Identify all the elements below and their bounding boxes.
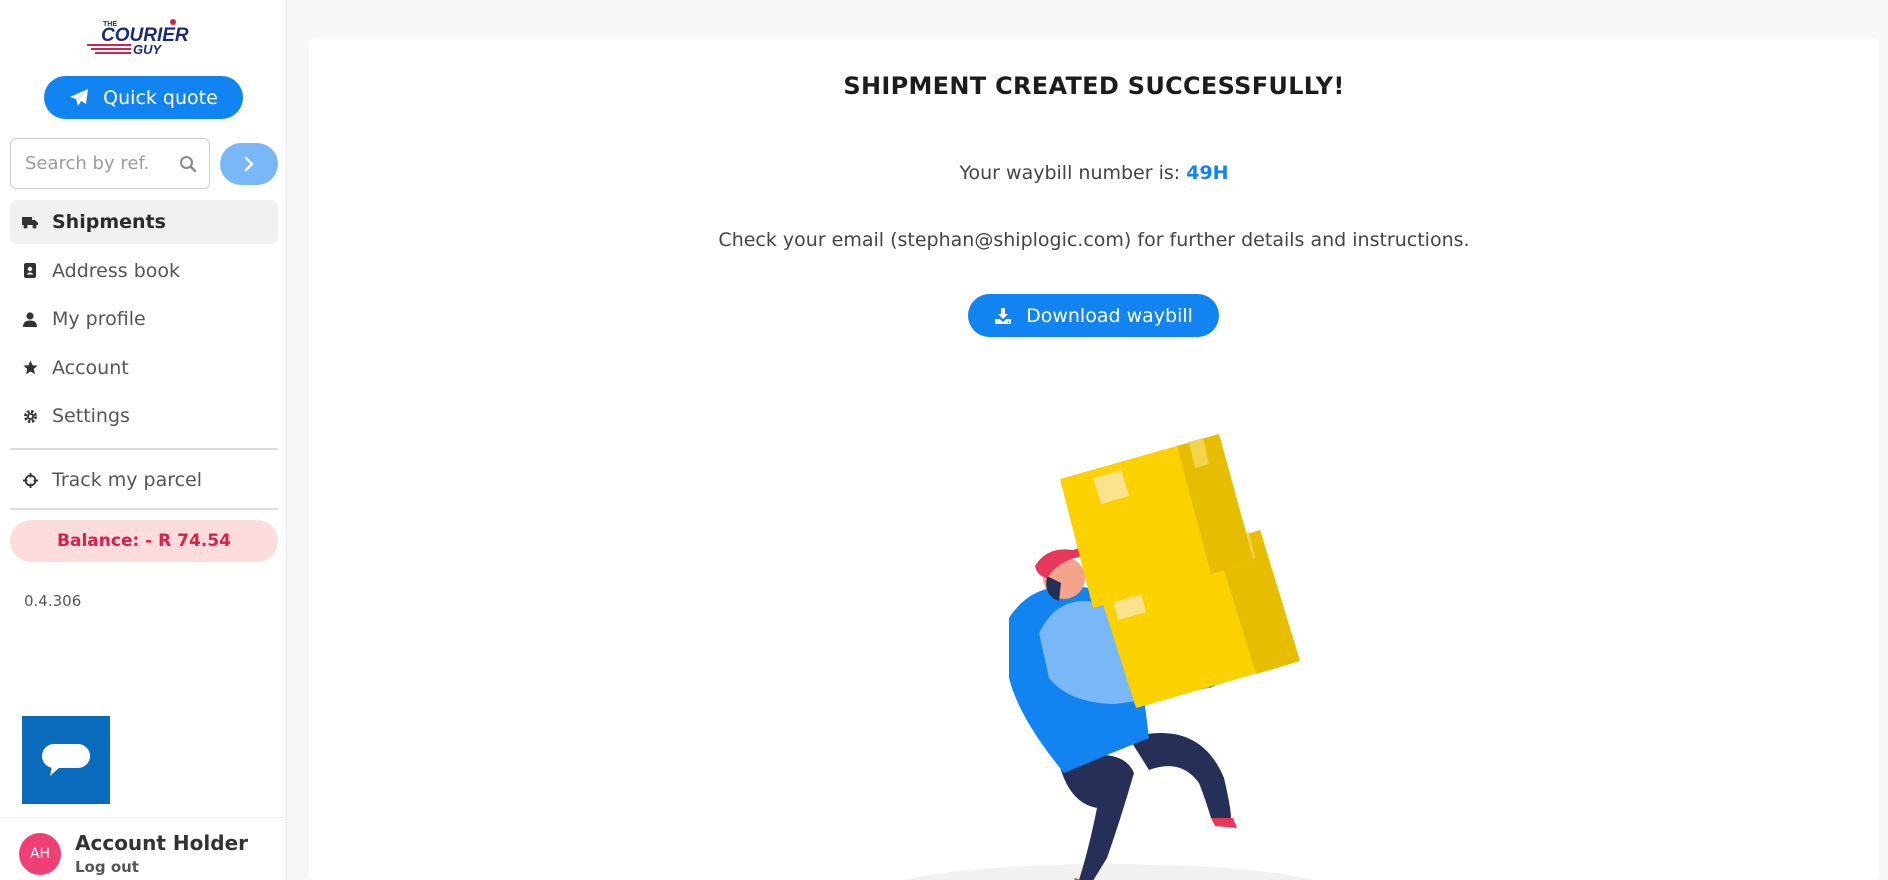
avatar[interactable]: AH xyxy=(19,833,61,875)
quick-quote-label: Quick quote xyxy=(103,86,218,109)
sidebar-item-label: Settings xyxy=(52,405,130,427)
logout-link[interactable]: Log out xyxy=(75,858,139,876)
sidebar-item-settings[interactable]: Settings xyxy=(10,394,278,438)
email-instructions: Check your email (stephan@shiplogic.com)… xyxy=(718,229,1470,251)
user-name: Account Holder xyxy=(75,831,249,855)
sidebar-item-track-parcel[interactable]: Track my parcel xyxy=(10,458,278,502)
search-box xyxy=(10,138,210,189)
balance-badge[interactable]: Balance: - R 74.54 xyxy=(10,520,278,562)
search-go-button[interactable] xyxy=(220,143,278,185)
sidebar-item-my-profile[interactable]: My profile xyxy=(10,297,278,341)
sidebar-item-shipments[interactable]: Shipments xyxy=(10,200,278,244)
download-waybill-button[interactable]: Download waybill xyxy=(968,294,1219,337)
chevron-right-icon xyxy=(244,156,254,172)
crosshair-icon xyxy=(22,472,38,488)
courier-guy-logo[interactable]: THE COURIER GUY xyxy=(85,16,205,58)
sidebar-item-label: Account xyxy=(52,356,129,379)
gear-icon xyxy=(22,408,38,424)
waybill-prefix: Your waybill number is: xyxy=(959,162,1187,184)
nav-divider xyxy=(10,448,278,450)
search-icon[interactable] xyxy=(179,155,197,173)
download-icon xyxy=(995,307,1012,324)
truck-icon xyxy=(22,214,38,230)
address-book-icon xyxy=(22,263,38,279)
search-input[interactable] xyxy=(25,153,165,174)
sidebar-item-account[interactable]: Account xyxy=(10,346,278,390)
sidebar: THE COURIER GUY Quick quote Shipments xyxy=(0,0,287,880)
track-divider xyxy=(10,508,278,510)
sidebar-nav: Shipments Address book My profile Accoun… xyxy=(10,200,278,443)
sidebar-item-address-book[interactable]: Address book xyxy=(10,249,278,293)
sidebar-item-label: Shipments xyxy=(52,211,166,233)
quick-quote-button[interactable]: Quick quote xyxy=(44,76,243,119)
waybill-line: Your waybill number is: 49H xyxy=(309,162,1879,184)
sidebar-item-label: My profile xyxy=(52,308,146,330)
paper-plane-icon xyxy=(70,88,89,106)
track-section: Track my parcel xyxy=(10,458,278,507)
chat-bubble-icon xyxy=(42,744,90,776)
download-waybill-label: Download waybill xyxy=(1026,304,1193,327)
svg-text:GUY: GUY xyxy=(133,42,163,57)
sidebar-item-label: Track my parcel xyxy=(52,469,203,491)
waybill-number: 49H xyxy=(1186,162,1229,184)
user-bar: AH Account Holder Log out xyxy=(0,817,287,880)
page-title: SHIPMENT CREATED SUCCESSFULLY! xyxy=(843,72,1345,100)
user-icon xyxy=(22,311,38,327)
main-card: SHIPMENT CREATED SUCCESSFULLY! Your wayb… xyxy=(309,38,1879,880)
delivery-man-illustration xyxy=(903,434,1315,880)
chat-widget-button[interactable] xyxy=(22,716,110,804)
app-version: 0.4.306 xyxy=(24,592,82,610)
star-icon xyxy=(22,360,38,376)
sidebar-item-label: Address book xyxy=(52,259,181,282)
